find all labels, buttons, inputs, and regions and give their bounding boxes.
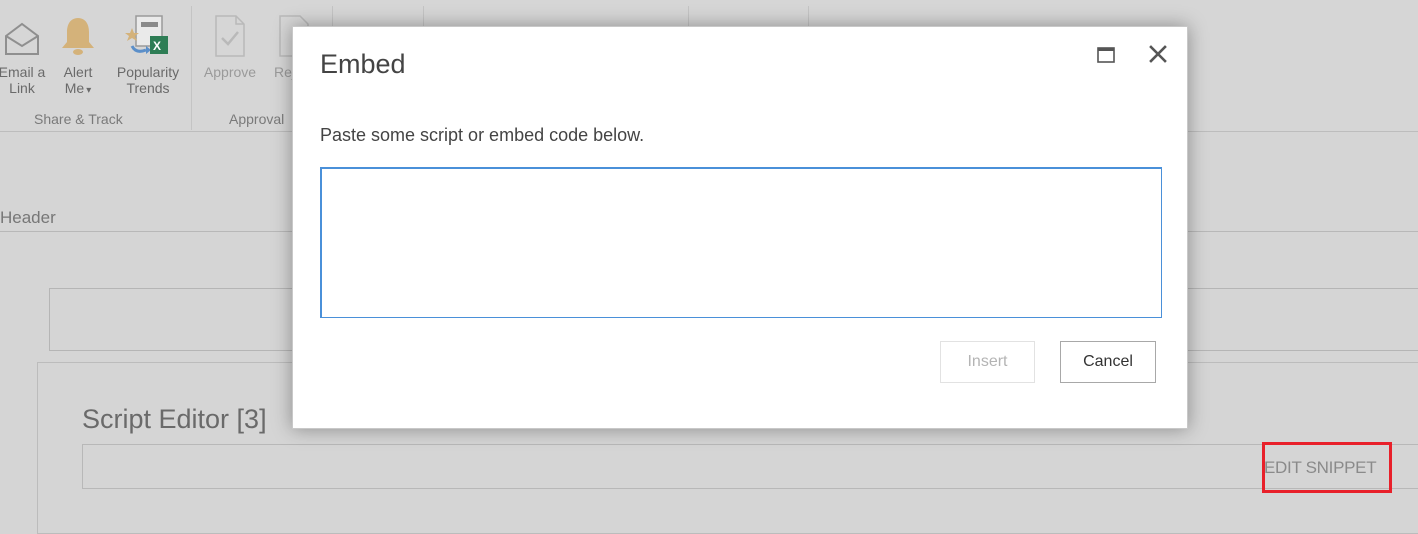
cancel-button[interactable]: Cancel bbox=[1060, 341, 1156, 383]
close-button[interactable] bbox=[1145, 41, 1171, 67]
envelope-icon bbox=[2, 14, 42, 58]
group-label-approval: Approval bbox=[229, 111, 285, 127]
popularity-trends-excel-icon: X bbox=[125, 14, 168, 58]
script-editor-title: Script Editor [3] bbox=[82, 404, 267, 434]
alert-me-label-2: Me bbox=[64, 80, 85, 96]
email-link-label-1: Email a bbox=[0, 64, 46, 80]
approve-document-icon bbox=[210, 14, 250, 58]
header-label: Header bbox=[0, 208, 56, 227]
dialog-title: Embed bbox=[320, 49, 406, 79]
alert-me-label-2-wrap: Me ▾ bbox=[56, 80, 100, 99]
popularity-trends-label-1: Popularity bbox=[116, 64, 180, 80]
approve-label: Approve bbox=[203, 64, 257, 80]
close-icon bbox=[1149, 45, 1167, 63]
embed-dialog: Embed Paste some script or embed code be… bbox=[292, 26, 1188, 429]
dropdown-arrow-icon: ▾ bbox=[86, 85, 92, 96]
popularity-trends-button[interactable]: X Popularity Trends bbox=[110, 14, 186, 96]
alert-me-label-1: Alert bbox=[63, 64, 93, 80]
edit-snippet-highlight bbox=[1262, 442, 1392, 493]
insert-button[interactable]: Insert bbox=[940, 341, 1035, 383]
embed-code-textarea[interactable] bbox=[320, 167, 1162, 318]
group-label-share-track: Share & Track bbox=[34, 111, 123, 127]
svg-text:X: X bbox=[153, 39, 161, 53]
alert-me-button[interactable]: Alert Me ▾ bbox=[56, 14, 100, 99]
bell-icon bbox=[58, 14, 98, 58]
dialog-description: Paste some script or embed code below. bbox=[320, 125, 645, 145]
email-link-label-2: Link bbox=[9, 80, 35, 96]
ribbon-separator bbox=[191, 6, 192, 130]
popularity-trends-label-2: Trends bbox=[126, 80, 170, 96]
script-editor-content bbox=[82, 444, 1418, 489]
maximize-icon bbox=[1097, 47, 1115, 63]
approve-button[interactable]: Approve bbox=[198, 14, 262, 80]
email-link-button[interactable]: Email a Link bbox=[0, 14, 52, 96]
maximize-button[interactable] bbox=[1097, 47, 1115, 63]
